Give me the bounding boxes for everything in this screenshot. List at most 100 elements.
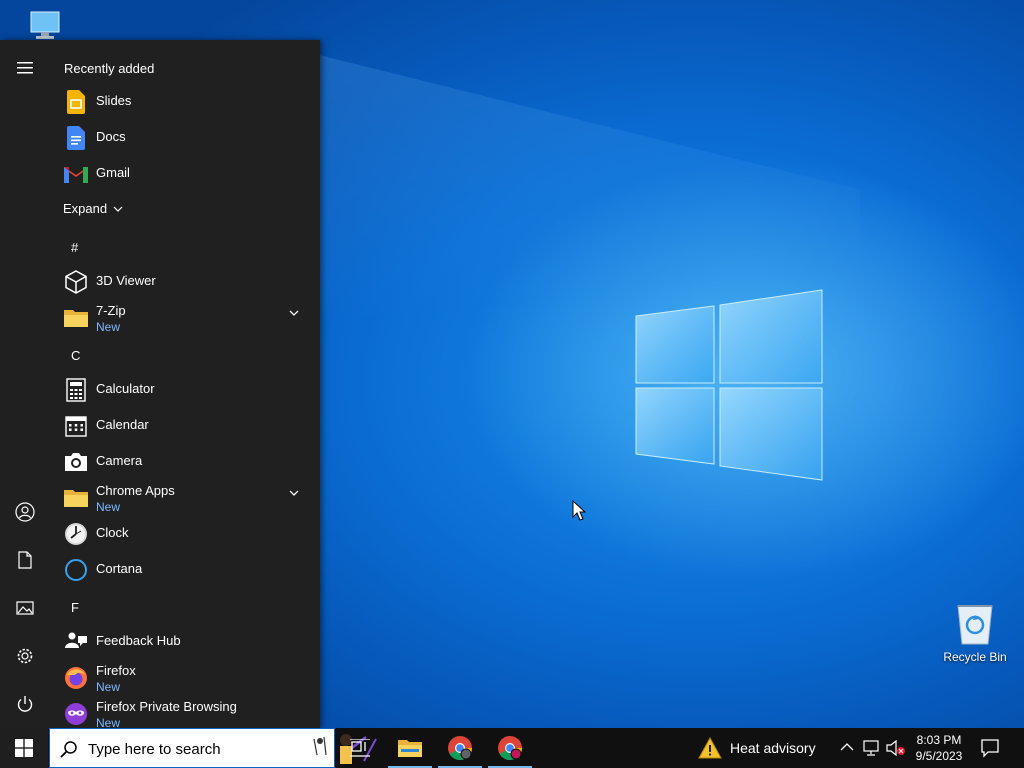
chrome-profile-button[interactable] xyxy=(486,728,534,768)
app-item-calculator[interactable]: Calculator xyxy=(50,371,310,407)
start-rail xyxy=(0,40,50,728)
power-button[interactable] xyxy=(0,682,50,726)
documents-icon xyxy=(18,551,32,569)
clock-icon xyxy=(63,521,89,547)
documents-button[interactable] xyxy=(0,538,50,582)
clock-time: 8:03 PM xyxy=(916,733,962,747)
search-placeholder: Type here to search xyxy=(88,741,221,758)
firefox-private-icon xyxy=(63,701,89,727)
start-button[interactable] xyxy=(0,728,48,768)
calculator-icon xyxy=(63,377,89,403)
file-explorer-button[interactable] xyxy=(386,728,434,768)
app-name: Clock xyxy=(96,525,129,540)
3d-viewer-icon xyxy=(63,269,89,295)
app-item-docs[interactable]: Docs xyxy=(50,119,310,155)
app-item-camera[interactable]: Camera xyxy=(50,443,310,479)
app-item-clock[interactable]: Clock xyxy=(50,515,310,551)
folder-icon xyxy=(63,305,89,331)
letter-header-hash[interactable]: # xyxy=(71,240,78,255)
recently-added-header: Recently added xyxy=(64,61,155,76)
app-name: Chrome Apps xyxy=(96,483,175,498)
power-icon xyxy=(17,696,33,712)
app-name: Cortana xyxy=(96,561,143,576)
windows-logo-wallpaper xyxy=(635,289,823,481)
windows-start-icon xyxy=(15,739,33,757)
recycle-bin-desktop-icon[interactable]: Recycle Bin xyxy=(935,600,1015,664)
app-list: Recently added Slides Docs Gmail Expand xyxy=(50,40,320,728)
letter-header-c[interactable]: C xyxy=(71,348,80,363)
chevron-down-icon[interactable] xyxy=(288,307,300,319)
settings-button[interactable] xyxy=(0,634,50,678)
chrome-profile-icon xyxy=(498,736,522,761)
app-name: Docs xyxy=(96,129,126,144)
app-item-feedback-hub[interactable]: Feedback Hub xyxy=(50,623,310,659)
new-badge: New xyxy=(96,320,121,334)
this-pc-icon[interactable] xyxy=(28,8,62,42)
app-name: 3D Viewer xyxy=(96,273,156,288)
app-name: Camera xyxy=(96,453,143,468)
network-icon[interactable] xyxy=(862,740,880,756)
recycle-bin-icon xyxy=(957,605,993,645)
pictures-icon xyxy=(16,601,34,615)
new-badge: New xyxy=(96,716,121,728)
app-item-cortana[interactable]: Cortana xyxy=(50,551,310,587)
start-menu: Recently added Slides Docs Gmail Expand xyxy=(0,40,320,728)
expand-label: Expand xyxy=(63,201,108,216)
chrome-button[interactable] xyxy=(436,728,484,768)
google-slides-icon xyxy=(63,89,89,115)
app-name: Feedback Hub xyxy=(96,633,181,648)
app-item-chrome-apps[interactable]: Chrome Apps New xyxy=(50,479,310,515)
hamburger-menu-button[interactable] xyxy=(0,46,50,90)
warning-icon xyxy=(698,737,722,759)
app-name: Firefox Private Browsing xyxy=(96,699,237,714)
google-docs-icon xyxy=(63,125,89,151)
new-badge: New xyxy=(96,500,121,514)
chevron-up-icon[interactable] xyxy=(840,740,854,754)
weather-text: Heat advisory xyxy=(730,740,816,756)
app-item-calendar[interactable]: Calendar xyxy=(50,407,310,443)
gmail-icon xyxy=(63,161,89,187)
calendar-icon xyxy=(63,413,89,439)
hamburger-menu-icon xyxy=(17,62,33,74)
weather-widget[interactable]: Heat advisory xyxy=(698,728,816,768)
app-item-slides[interactable]: Slides xyxy=(50,83,310,119)
chrome-icon xyxy=(448,736,472,761)
mouse-cursor-icon xyxy=(572,500,586,521)
app-name: 7-Zip xyxy=(96,303,126,318)
app-name: Slides xyxy=(96,93,132,108)
app-name: Gmail xyxy=(96,165,130,180)
user-icon xyxy=(15,502,35,522)
system-clock[interactable]: 8:03 PM 9/5/2023 xyxy=(908,732,970,764)
app-name: Calculator xyxy=(96,381,155,396)
app-item-3d-viewer[interactable]: 3D Viewer xyxy=(50,263,310,299)
camera-icon xyxy=(63,449,89,475)
app-name: Firefox xyxy=(96,663,136,678)
pictures-button[interactable] xyxy=(0,586,50,630)
action-center-icon[interactable] xyxy=(980,738,1000,758)
app-item-7-zip[interactable]: 7-Zip New xyxy=(50,299,310,335)
cortana-icon xyxy=(63,557,89,583)
user-account-button[interactable] xyxy=(0,490,50,534)
app-item-gmail[interactable]: Gmail xyxy=(50,155,310,191)
settings-gear-icon xyxy=(17,648,33,664)
recycle-bin-label: Recycle Bin xyxy=(943,650,1007,664)
app-item-firefox-private-browsing[interactable]: Firefox Private Browsing New xyxy=(50,695,310,728)
task-view-button[interactable] xyxy=(336,728,384,768)
taskbar-search-box[interactable]: Type here to search xyxy=(49,728,377,768)
expand-button[interactable]: Expand xyxy=(63,201,123,216)
feedback-hub-icon xyxy=(63,629,89,655)
app-name: Calendar xyxy=(96,417,149,432)
firefox-icon xyxy=(63,665,89,691)
folder-icon xyxy=(63,485,89,511)
search-icon xyxy=(60,741,77,758)
file-explorer-icon xyxy=(398,740,422,757)
letter-header-f[interactable]: F xyxy=(71,600,79,615)
chevron-down-icon[interactable] xyxy=(288,487,300,499)
task-view-icon xyxy=(350,739,370,757)
volume-muted-icon[interactable] xyxy=(886,740,906,756)
chevron-down-icon xyxy=(113,206,123,212)
clock-date: 9/5/2023 xyxy=(915,749,963,763)
app-item-firefox[interactable]: Firefox New xyxy=(50,659,310,695)
new-badge: New xyxy=(96,680,121,694)
taskbar: Type here to search Heat advisory 8:03 P… xyxy=(0,728,1024,768)
